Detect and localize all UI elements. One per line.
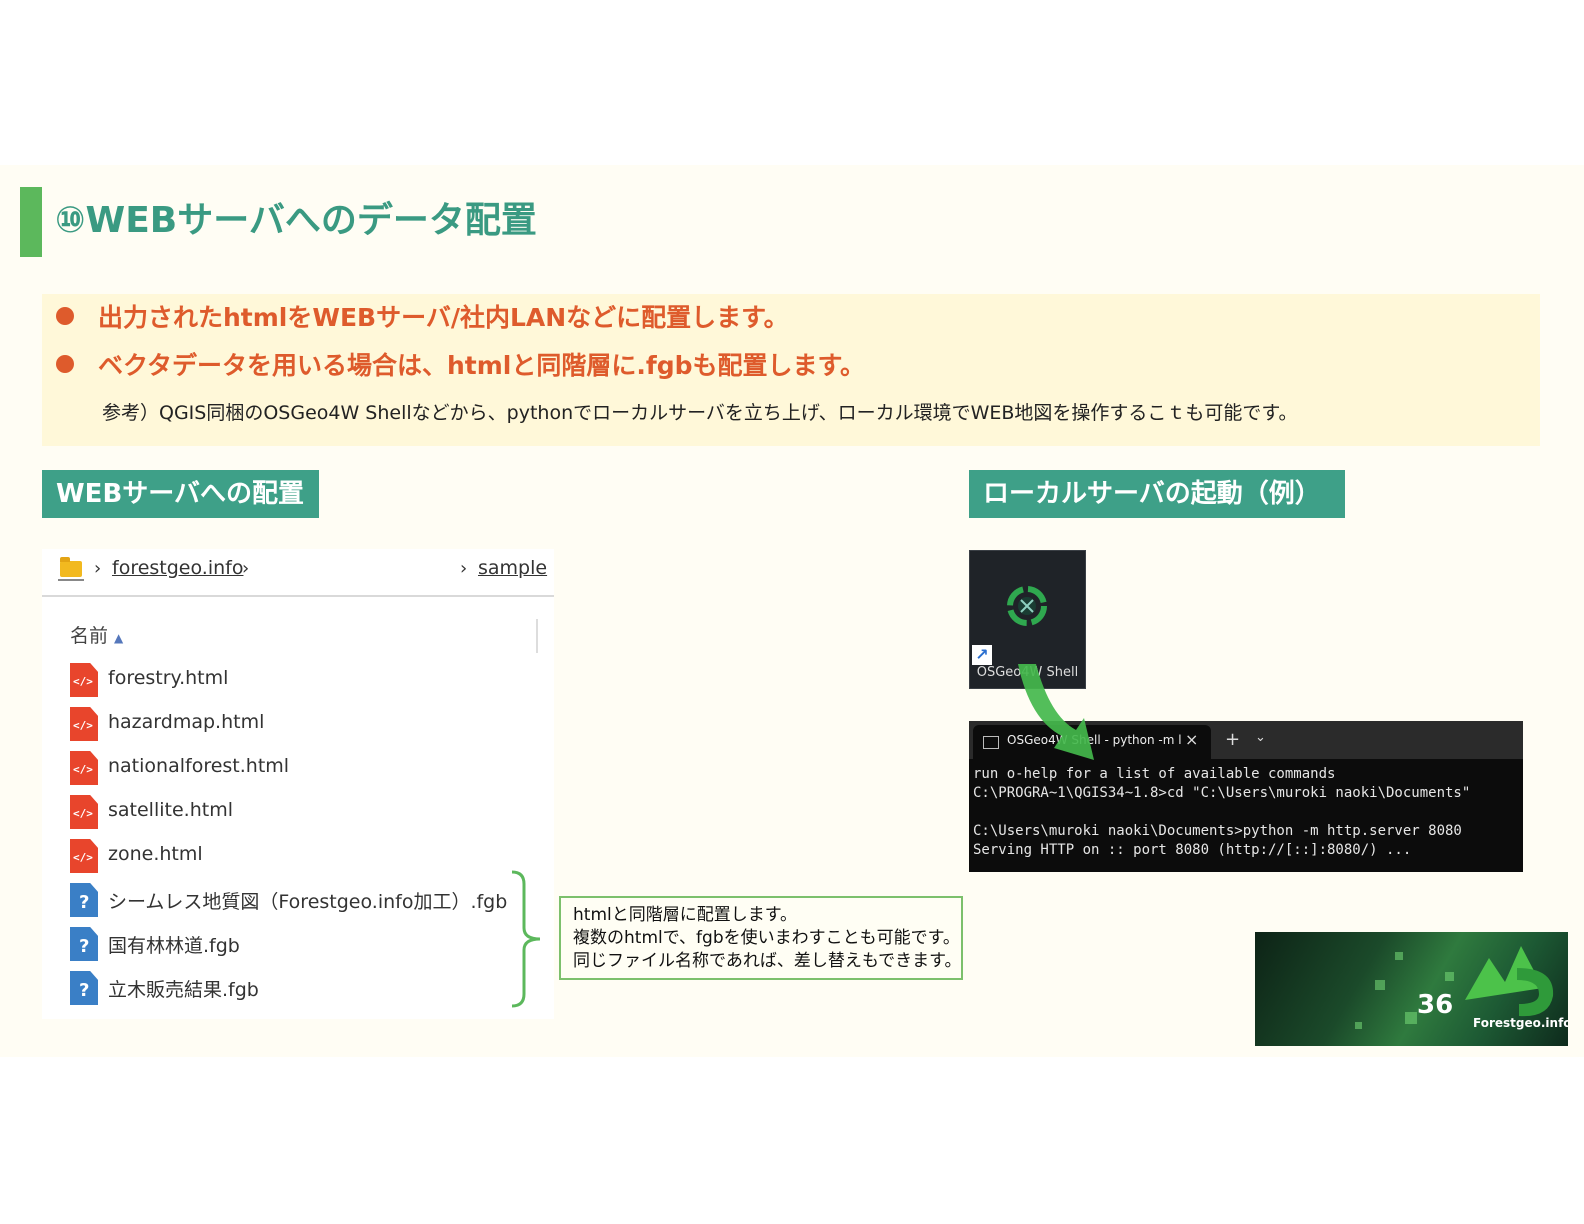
pixel-deco: [1445, 972, 1454, 981]
file-name: hazardmap.html: [108, 711, 265, 733]
pixel-deco: [1375, 980, 1385, 990]
callout-line-1: htmlと同階層に配置します。: [573, 905, 798, 925]
osgeo-logo-icon: [1007, 586, 1047, 626]
pixel-deco: [1405, 1012, 1417, 1024]
chevron-down-icon[interactable]: ⌄: [1255, 730, 1266, 745]
html-file-icon: </>: [70, 751, 98, 785]
html-file-icon: </>: [70, 663, 98, 697]
callout-line-3: 同じファイル名称であれば、差し替えもできます。: [573, 951, 962, 971]
file-name: シームレス地質図（Forestgeo.info加工）.fgb: [108, 891, 508, 913]
page-number: 36: [1417, 990, 1454, 1020]
html-file-icon: </>: [70, 707, 98, 741]
file-name: 国有林林道.fgb: [108, 935, 240, 957]
terminal-line: Serving HTTP on :: port 8080 (http://[::…: [973, 842, 1412, 858]
page-badge: 36 Forestgeo.info: [1255, 932, 1568, 1046]
shortcut-arrow-icon: ↗: [972, 645, 992, 665]
terminal-output: run o-help for a list of available comma…: [973, 765, 1470, 860]
curly-brace: [511, 870, 541, 1008]
file-name: 立木販売結果.fgb: [108, 979, 259, 1001]
breadcrumb: › forestgeo.info › › sample: [42, 549, 554, 597]
file-name: forestry.html: [108, 667, 229, 689]
html-file-icon: </>: [70, 795, 98, 829]
column-header-label: 名前: [70, 625, 109, 647]
forestgeo-logo-icon: [1465, 946, 1554, 1017]
pixel-deco: [1355, 1022, 1362, 1029]
html-file-icon: </>: [70, 839, 98, 873]
file-name: zone.html: [108, 843, 203, 865]
callout-box: htmlと同階層に配置します。 複数のhtmlで、fgbを使いまわすことも可能で…: [559, 896, 963, 980]
folder-base-line: [58, 579, 84, 581]
chevron-right-icon: ›: [94, 558, 102, 579]
sort-ascending-icon: ▲: [114, 631, 124, 645]
bullet-2-text: ベクタデータを用いる場合は、htmlと同階層に.fgbも配置します。: [98, 351, 866, 380]
column-divider[interactable]: [536, 619, 538, 653]
brand-name: Forestgeo.info: [1473, 1016, 1568, 1030]
terminal-icon: [983, 736, 999, 749]
new-tab-icon[interactable]: +: [1225, 729, 1240, 750]
chevron-right-icon: ›: [460, 558, 468, 579]
breadcrumb-forestgeo[interactable]: forestgeo.info: [112, 557, 243, 579]
bullet-dot-icon: [56, 355, 74, 373]
bullet-1: 出力されたhtmlをWEBサーバ/社内LANなどに配置します。: [56, 298, 789, 334]
file-explorer-screenshot: › forestgeo.info › › sample 名前 ▲ </> fore…: [42, 549, 554, 1019]
terminal-line: C:\PROGRA~1\QGIS34~1.8>cd "C:\Users\muro…: [973, 785, 1471, 801]
unknown-file-icon: ?: [70, 971, 98, 1005]
section-heading-local-server: ローカルサーバの起動（例）: [969, 470, 1345, 518]
slide-title: ⑩WEBサーバへのデータ配置: [55, 200, 537, 241]
bullet-2: ベクタデータを用いる場合は、htmlと同階層に.fgbも配置します。: [56, 346, 865, 382]
unknown-file-icon: ?: [70, 883, 98, 917]
title-accent-bar: [20, 187, 42, 257]
folder-icon: [60, 557, 82, 577]
breadcrumb-sample[interactable]: sample: [478, 557, 547, 579]
reference-note: 参考）QGIS同梱のOSGeo4W Shellなどから、pythonでローカルサ…: [102, 402, 1298, 424]
pixel-deco: [1395, 952, 1403, 960]
section-heading-web-server: WEBサーバへの配置: [42, 470, 319, 518]
terminal-line: C:\Users\muroki naoki\Documents>python -…: [973, 823, 1462, 839]
down-arrow-icon: [1018, 664, 1094, 760]
bullet-dot-icon: [56, 307, 74, 325]
callout-line-2: 複数のhtmlで、fgbを使いまわすことも可能です。: [573, 928, 960, 948]
chevron-right-icon: ›: [242, 558, 250, 579]
column-header-name[interactable]: 名前 ▲: [70, 621, 123, 648]
file-name: satellite.html: [108, 799, 233, 821]
bullet-1-text: 出力されたhtmlをWEBサーバ/社内LANなどに配置します。: [98, 303, 789, 332]
file-name: nationalforest.html: [108, 755, 290, 777]
close-icon[interactable]: ×: [1185, 730, 1198, 749]
unknown-file-icon: ?: [70, 927, 98, 961]
